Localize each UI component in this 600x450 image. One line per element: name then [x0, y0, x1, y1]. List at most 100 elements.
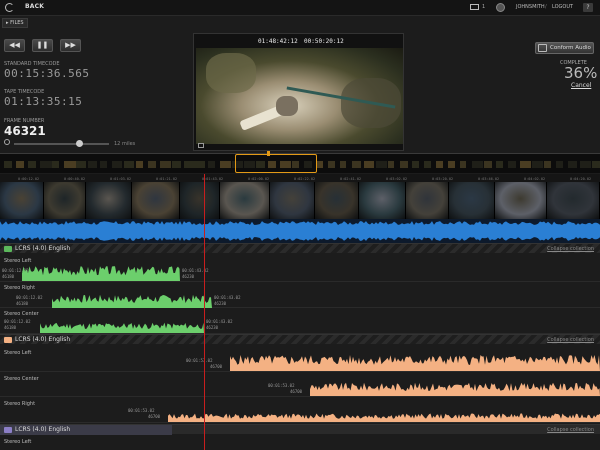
overview-frame: [568, 161, 577, 168]
video-player[interactable]: 01:48:42:12 00:50:20:12: [193, 33, 404, 151]
zoom-slider-track[interactable]: [14, 143, 109, 145]
ruler-tick: 0:03:20.02: [432, 177, 454, 181]
overview-frame: [460, 161, 467, 168]
overview-frame: [40, 161, 52, 168]
thumbnail-strip[interactable]: [0, 182, 600, 219]
time-ruler: 0:00:12.02 0:00:40.02 0:01:03.02 0:01:21.02…: [0, 174, 600, 182]
grid-icon[interactable]: [198, 143, 204, 148]
overview-frame: [424, 161, 431, 168]
overview-frame: [112, 161, 122, 168]
top-bar: BACK 1 JOHNSMITH / LOGOUT ?: [0, 0, 600, 16]
track-label: Stereo Right: [4, 401, 36, 407]
waveform: [52, 294, 212, 308]
overview-frame: [472, 161, 483, 168]
overview-frame: [556, 161, 564, 168]
thumbnail-frame: [0, 182, 44, 219]
overview-frame: [196, 161, 205, 168]
overview-frame: [124, 161, 134, 168]
overview-frame: [52, 161, 59, 168]
collection-header: LCRS (4.0) English Collapse collection: [0, 424, 600, 435]
waveform-shape: [22, 266, 180, 281]
ruler-tick: 0:00:12.02: [18, 177, 40, 181]
thumbnail-frame: [220, 182, 270, 219]
overview-frame: [136, 161, 144, 168]
waveform-shape: [310, 382, 600, 396]
audio-icon: [538, 44, 547, 52]
ruler-tick: 0:04:02.02: [524, 177, 546, 181]
overview-frame: [412, 161, 419, 168]
audio-track[interactable]: Stereo Right 00:01:12.02 46180 00:01:43.…: [0, 282, 600, 308]
ruler-tick: 0:03:46.02: [478, 177, 500, 181]
cancel-link[interactable]: Cancel: [571, 82, 591, 89]
collection-header: LCRS (4.0) English Collapse collection: [0, 243, 600, 253]
thumbnail-frame: [270, 182, 315, 219]
overview-frame: [88, 161, 97, 168]
overview-frame: [544, 161, 552, 168]
avatar[interactable]: [496, 3, 505, 12]
collapse-collection-link[interactable]: Collapse collection: [547, 337, 594, 343]
pause-button[interactable]: ❚❚: [32, 39, 53, 52]
mail-icon[interactable]: [470, 4, 479, 10]
overview-frame: [160, 161, 171, 168]
overview-frame: [4, 161, 12, 168]
collapse-collection-link[interactable]: Collapse collection: [547, 246, 594, 252]
overview-frame: [208, 161, 216, 168]
track-label: Stereo Left: [4, 439, 32, 445]
overview-frame: [328, 161, 335, 168]
overview-frame: [28, 161, 37, 168]
video-frame: [196, 48, 403, 144]
zoom-search-icon: [4, 139, 10, 145]
files-tab[interactable]: ▸ FILES: [2, 18, 28, 28]
overview-frame: [520, 161, 532, 168]
back-icon[interactable]: [5, 3, 14, 12]
collection-color-swatch: [4, 337, 12, 343]
ruler-tick: 0:02:41.02: [340, 177, 362, 181]
ruler-tick: 0:03:02.02: [386, 177, 408, 181]
overview-frame: [496, 161, 504, 168]
overview-frame: [16, 161, 24, 168]
waveform-shape: [40, 322, 204, 333]
audio-track[interactable]: Stereo Center 00:01:53.02 46700: [0, 372, 600, 397]
audio-track[interactable]: Stereo Center 00:01:12.02 46180 00:01:43…: [0, 308, 600, 334]
logout-link[interactable]: LOGOUT: [552, 4, 573, 10]
ruler-tick: 0:01:03.02: [110, 177, 132, 181]
master-waveform-shape: [0, 221, 600, 241]
thumbnail-frame: [359, 182, 406, 219]
overview-frame: [220, 161, 232, 168]
collapse-collection-link[interactable]: Collapse collection: [547, 427, 594, 433]
overview-frame: [352, 161, 362, 168]
video-timecode-left: 01:48:42:12: [258, 38, 298, 45]
ruler-tick: 0:04:20.02: [570, 177, 592, 181]
separator: /: [545, 4, 547, 10]
overview-selection[interactable]: [235, 154, 317, 173]
help-icon[interactable]: ?: [583, 3, 593, 12]
audio-track[interactable]: Stereo Left: [0, 435, 600, 450]
master-waveform[interactable]: [0, 219, 600, 243]
collection-color-swatch: [4, 427, 12, 433]
ruler-tick: 0:01:43.02: [202, 177, 224, 181]
back-button[interactable]: BACK: [25, 3, 44, 10]
waveform: [230, 355, 600, 371]
waveform-shape: [168, 413, 600, 422]
audio-track[interactable]: Stereo Left 00:01:53.02 46700: [0, 345, 600, 372]
collection-color-swatch: [4, 246, 12, 252]
username-link[interactable]: JOHNSMITH: [516, 4, 545, 10]
collection-title: LCRS (4.0) English: [15, 336, 71, 343]
rewind-button[interactable]: ◀◀: [4, 39, 25, 52]
thumbnail-frame: [86, 182, 132, 219]
overview-frame: [76, 161, 86, 168]
overview-playhead[interactable]: [267, 151, 270, 156]
overview-frame: [376, 161, 388, 168]
ruler-tick: 0:02:00.02: [248, 177, 270, 181]
thumbnail-frame: [449, 182, 495, 219]
fast-forward-button[interactable]: ▶▶: [60, 39, 81, 52]
overview-frame: [388, 161, 395, 168]
thumbnail-frame: [547, 182, 600, 219]
playhead[interactable]: [204, 174, 205, 450]
zoom-slider-handle[interactable]: [75, 140, 83, 147]
audio-track[interactable]: Stereo Left 00:01:12.02 46180 00:01:43.0…: [0, 254, 600, 282]
audio-track[interactable]: Stereo Right 00:01:53.02 46700: [0, 397, 600, 423]
overview-frame: [400, 161, 408, 168]
mail-count-badge: 1: [482, 4, 486, 10]
collection-title: LCRS (4.0) English: [15, 426, 71, 433]
